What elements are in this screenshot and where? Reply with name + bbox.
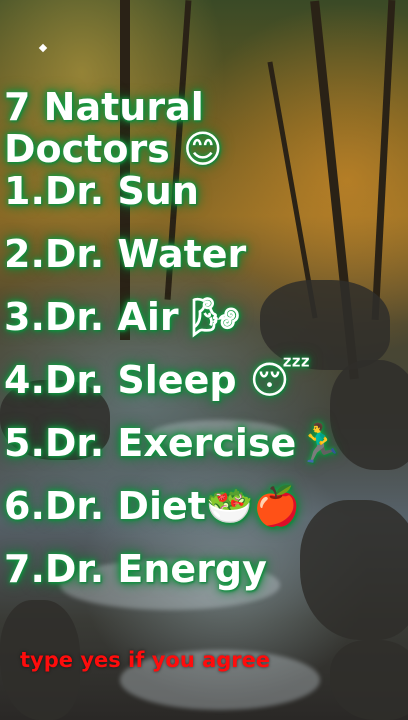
call-to-action-text: type yes if you agree <box>20 648 271 672</box>
sparkle-icon <box>38 43 48 53</box>
list-item-energy: 7.Dr. Energy <box>4 547 267 591</box>
list-item-exercise: 5.Dr. Exercise🏃‍♂️ <box>4 421 344 465</box>
list-item-diet: 6.Dr. Diet🥗🍎 <box>4 484 301 528</box>
list-item-air: 3.Dr. Air 🌬 <box>4 295 241 339</box>
list-item-sun: 1.Dr. Sun <box>4 169 199 213</box>
title-line-2: Doctors 😊 <box>4 127 223 171</box>
title-line-1: 7 Natural <box>4 85 204 129</box>
doctor-list-overlay: 7 Natural Doctors 😊 1.Dr. Sun 2.Dr. Wate… <box>4 86 408 590</box>
list-item-sleep: 4.Dr. Sleep 😴 <box>4 358 311 402</box>
list-item-water: 2.Dr. Water <box>4 232 247 276</box>
